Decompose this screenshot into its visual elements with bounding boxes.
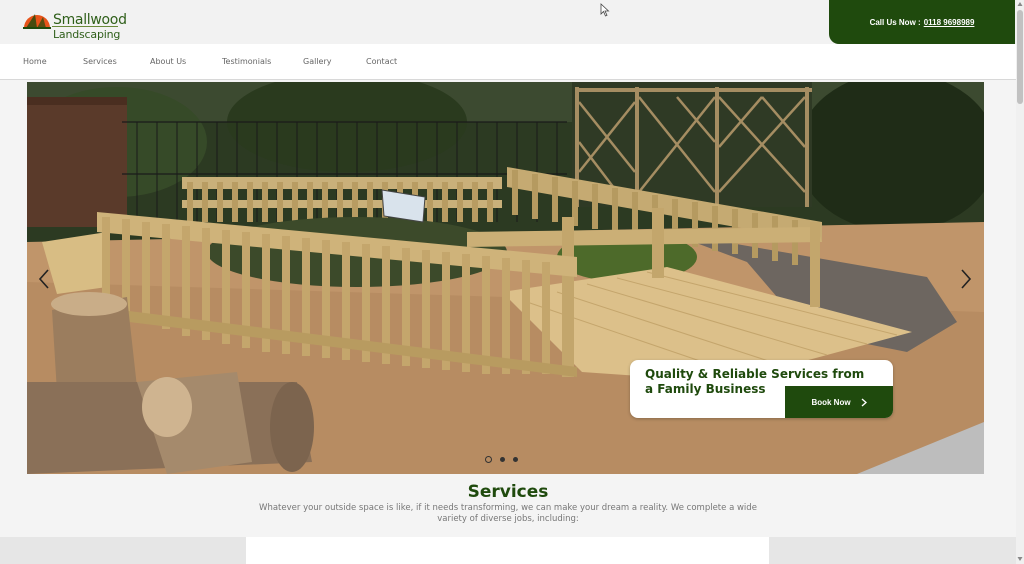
nav-home[interactable]: Home	[23, 57, 47, 66]
services-heading: Services	[467, 482, 549, 502]
nav-contact[interactable]: Contact	[366, 57, 397, 66]
logo-sun-icon	[23, 14, 51, 29]
next-slide-arrow-icon[interactable]	[959, 268, 973, 290]
nav-about-us[interactable]: About Us	[150, 57, 186, 66]
mouse-cursor-icon	[600, 3, 610, 17]
page-scrollbar[interactable]	[1016, 0, 1024, 564]
logo[interactable]: Smallwood Landscaping	[20, 2, 127, 42]
logo-text-line2: Landscaping	[53, 28, 121, 41]
slide-dot-3[interactable]	[513, 457, 518, 462]
slide-indicators	[485, 456, 518, 463]
phone-link[interactable]: 0118 9698989	[924, 18, 975, 27]
scroll-up-icon[interactable]	[1017, 1, 1023, 7]
hero-cta-card: Quality & Reliable Services from a Famil…	[630, 360, 893, 418]
nav-gallery[interactable]: Gallery	[303, 57, 332, 66]
top-header: Smallwood Landscaping Call Us Now : 0118…	[0, 0, 1016, 44]
previous-slide-arrow-icon[interactable]	[37, 268, 51, 290]
services-card	[246, 537, 769, 564]
book-now-button[interactable]: Book Now	[785, 386, 893, 418]
book-now-label: Book Now	[811, 397, 851, 407]
nav-testimonials[interactable]: Testimonials	[222, 57, 271, 66]
nav-services[interactable]: Services	[83, 57, 117, 66]
call-now-banner: Call Us Now : 0118 9698989	[829, 0, 1015, 44]
scroll-down-icon[interactable]	[1017, 556, 1023, 562]
hero-slideshow: Quality & Reliable Services from a Famil…	[27, 82, 984, 474]
call-now-label: Call Us Now :	[869, 17, 921, 27]
slide-dot-2[interactable]	[500, 457, 505, 462]
services-description: Whatever your outside space is like, if …	[259, 503, 757, 524]
main-navigation: Home Services About Us Testimonials Gall…	[0, 44, 1016, 80]
page: Smallwood Landscaping Call Us Now : 0118…	[0, 0, 1024, 564]
slide-dot-1[interactable]	[485, 456, 492, 463]
logo-divider	[52, 26, 118, 27]
chevron-right-icon	[861, 397, 867, 407]
scrollbar-thumb[interactable]	[1017, 10, 1023, 104]
